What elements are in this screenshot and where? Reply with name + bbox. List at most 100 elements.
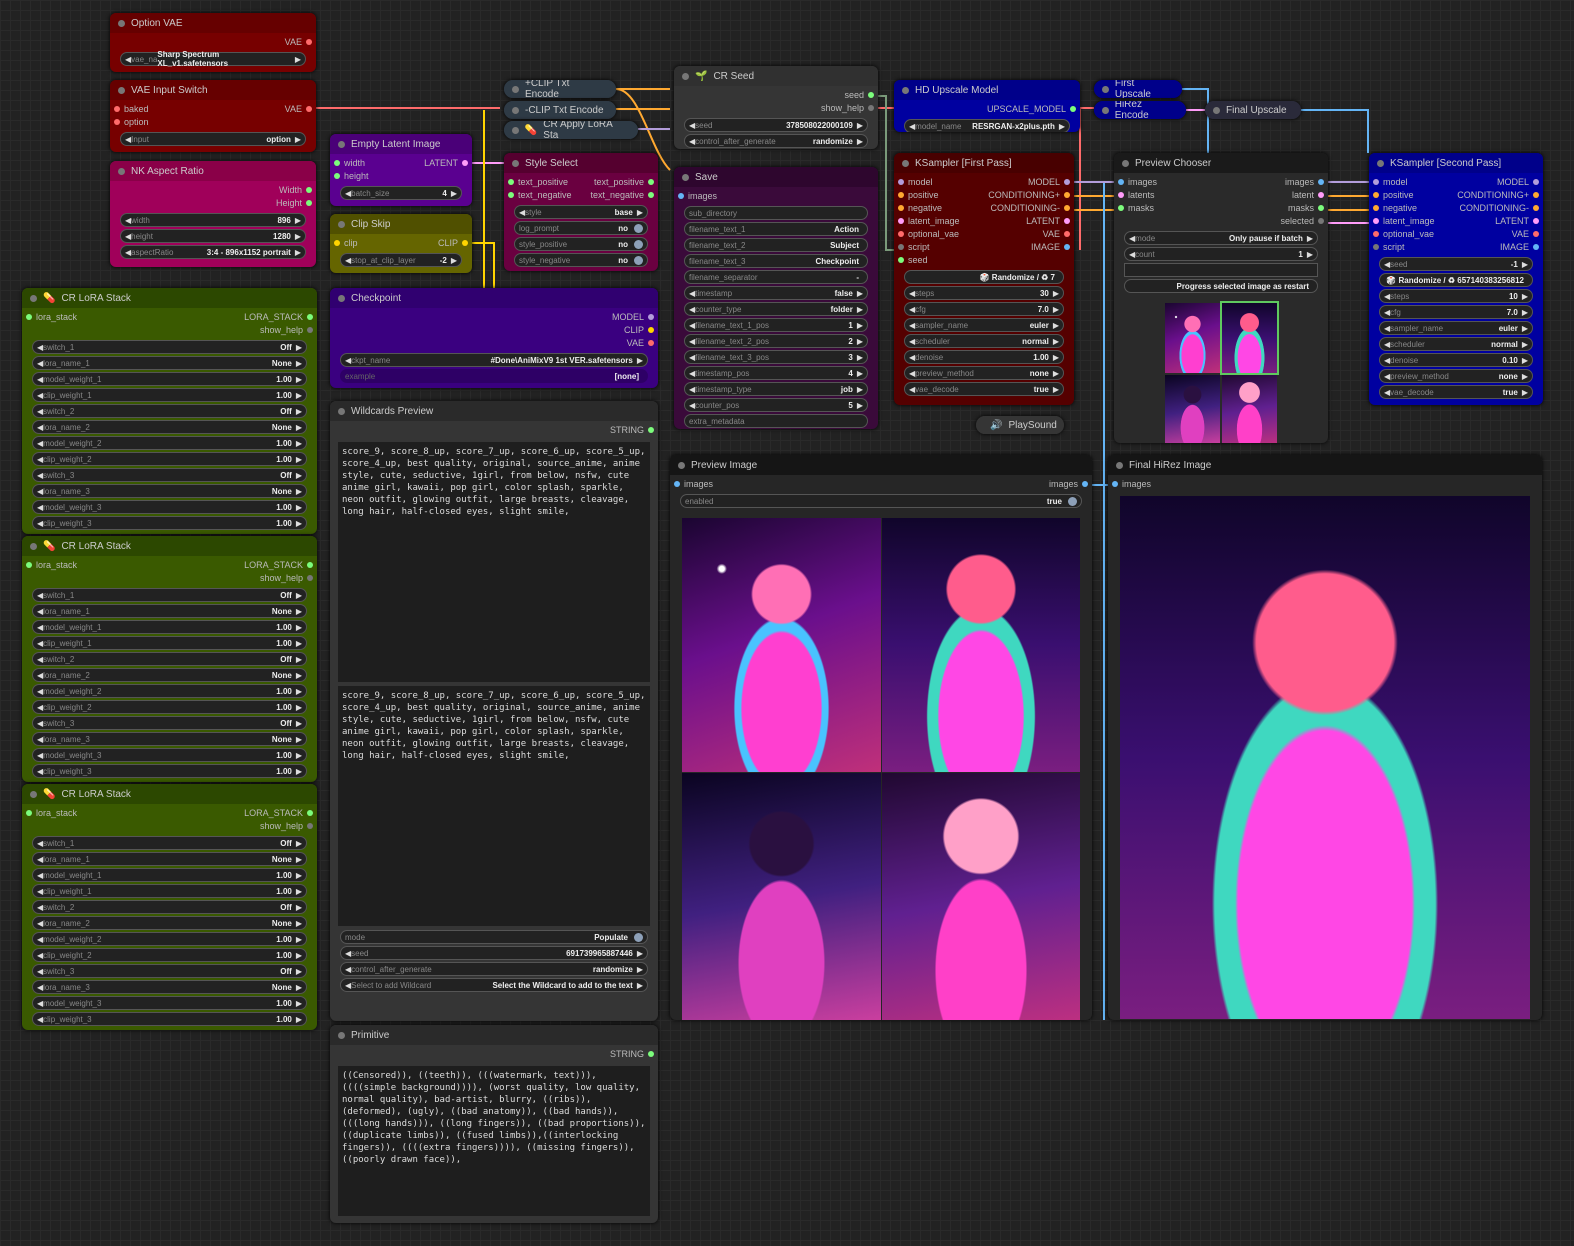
increment-arrow-icon[interactable]: ▶ bbox=[296, 751, 302, 760]
cfg-widget[interactable]: ◀ cfg 7.0 ▶ bbox=[904, 302, 1064, 316]
increment-arrow-icon[interactable]: ▶ bbox=[857, 353, 863, 362]
node-header[interactable]: Final HiRez Image bbox=[1108, 455, 1542, 475]
output-socket-icon[interactable] bbox=[307, 809, 313, 816]
node-header[interactable]: Preview Chooser bbox=[1114, 153, 1328, 173]
scheduler-widget[interactable]: ◀ scheduler normal ▶ bbox=[1379, 337, 1533, 351]
node-header[interactable]: Style Select bbox=[504, 153, 658, 173]
node-option-vae[interactable]: Option VAE VAE ◀ vae_na Sharp Spectrum XL_v… bbox=[110, 13, 316, 72]
increment-arrow-icon[interactable]: ▶ bbox=[296, 503, 302, 512]
lora-name-1-widget[interactable]: ◀ lora_name_1 None ▶ bbox=[32, 604, 307, 618]
collapse-dot-icon[interactable] bbox=[338, 407, 345, 415]
increment-arrow-icon[interactable]: ▶ bbox=[1053, 353, 1059, 362]
node-ksampler1[interactable]: KSampler [First Pass] model MODEL positive C… bbox=[894, 153, 1074, 405]
output-socket-icon[interactable] bbox=[1070, 105, 1076, 112]
preview-method-widget[interactable]: ◀ preview_method none ▶ bbox=[1379, 369, 1533, 383]
collapse-dot-icon[interactable] bbox=[902, 86, 909, 94]
input-slot[interactable]: masks bbox=[1118, 203, 1154, 213]
input-socket-icon[interactable] bbox=[678, 192, 684, 199]
node-header[interactable]: Save bbox=[674, 167, 878, 187]
scheduler-widget[interactable]: ◀ scheduler normal ▶ bbox=[904, 334, 1064, 348]
node-header[interactable]: Final Upscale bbox=[1205, 101, 1301, 119]
input-slot[interactable]: negative bbox=[898, 203, 942, 213]
increment-arrow-icon[interactable]: ▶ bbox=[296, 951, 302, 960]
collapse-dot-icon[interactable] bbox=[512, 126, 519, 134]
action-widget[interactable]: Progress selected image as restart bbox=[1124, 279, 1318, 293]
output-socket-icon[interactable] bbox=[1064, 217, 1070, 224]
input-slot[interactable]: height bbox=[334, 171, 369, 181]
filename-separator-widget[interactable]: filename_separator - bbox=[684, 270, 868, 284]
extra-metadata-widget[interactable]: extra_metadata bbox=[684, 414, 868, 428]
output-socket-icon[interactable] bbox=[307, 326, 313, 333]
input-socket-icon[interactable] bbox=[898, 230, 904, 237]
increment-arrow-icon[interactable]: ▶ bbox=[296, 487, 302, 496]
text-area[interactable]: ((Censored)), ((teeth)), (((watermark, t… bbox=[338, 1066, 650, 1216]
increment-arrow-icon[interactable]: ▶ bbox=[1307, 234, 1313, 243]
output-slot[interactable]: CLIP bbox=[624, 325, 654, 335]
increment-arrow-icon[interactable]: ▶ bbox=[451, 256, 457, 265]
node-header[interactable]: 🔊 PlaySound bbox=[976, 416, 1064, 434]
input-socket-icon[interactable] bbox=[1118, 178, 1124, 185]
increment-arrow-icon[interactable]: ▶ bbox=[637, 965, 643, 974]
output-image[interactable] bbox=[682, 518, 881, 772]
style-negative-widget[interactable]: style_negative no bbox=[514, 253, 648, 267]
input-socket-icon[interactable] bbox=[1118, 204, 1124, 211]
output-socket-icon[interactable] bbox=[1318, 191, 1324, 198]
lora-name-3-widget[interactable]: ◀ lora_name_3 None ▶ bbox=[32, 484, 307, 498]
lora-name-2-widget[interactable]: ◀ lora_name_2 None ▶ bbox=[32, 668, 307, 682]
output-slot[interactable]: STRING bbox=[610, 1049, 654, 1059]
increment-arrow-icon[interactable]: ▶ bbox=[637, 208, 643, 217]
output-slot[interactable]: LORA_STACK bbox=[244, 560, 313, 570]
filename-text-2-pos-widget[interactable]: ◀ filename_text_2_pos 2 ▶ bbox=[684, 334, 868, 348]
increment-arrow-icon[interactable]: ▶ bbox=[296, 967, 302, 976]
output-socket-icon[interactable] bbox=[1533, 217, 1539, 224]
output-slot[interactable]: text_negative bbox=[590, 190, 654, 200]
switch-3-widget[interactable]: ◀ switch_3 Off ▶ bbox=[32, 964, 307, 978]
filename-text-2-widget[interactable]: filename_text_2 Subject bbox=[684, 238, 868, 252]
output-slot[interactable]: CONDITIONING- bbox=[991, 203, 1070, 213]
increment-arrow-icon[interactable]: ▶ bbox=[295, 232, 301, 241]
node-header[interactable]: HiRez Encode bbox=[1094, 101, 1186, 119]
output-socket-icon[interactable] bbox=[648, 1050, 654, 1057]
collapse-dot-icon[interactable] bbox=[118, 86, 125, 94]
output-slot[interactable]: LATENT bbox=[1495, 216, 1539, 226]
input-slot[interactable]: latent_image bbox=[898, 216, 960, 226]
collapse-dot-icon[interactable] bbox=[338, 294, 345, 302]
vae-decode-widget[interactable]: ◀ vae_decode true ▶ bbox=[904, 382, 1064, 396]
increment-arrow-icon[interactable]: ▶ bbox=[296, 591, 302, 600]
denoise-widget[interactable]: ◀ denoise 0.10 ▶ bbox=[1379, 353, 1533, 367]
increment-arrow-icon[interactable]: ▶ bbox=[296, 343, 302, 352]
output-socket-icon[interactable] bbox=[1064, 178, 1070, 185]
mode-widget[interactable]: ◀ mode Only pause if batch ▶ bbox=[1124, 231, 1318, 245]
input-slot[interactable]: lora_stack bbox=[26, 808, 77, 818]
denoise-widget[interactable]: ◀ denoise 1.00 ▶ bbox=[904, 350, 1064, 364]
output-slot[interactable]: LATENT bbox=[1026, 216, 1070, 226]
output-image[interactable] bbox=[881, 518, 1080, 772]
model-weight-3-widget[interactable]: ◀ model_weight_3 1.00 ▶ bbox=[32, 500, 307, 514]
collapse-dot-icon[interactable] bbox=[30, 294, 37, 302]
node-header[interactable]: 🌱 CR Seed bbox=[674, 66, 878, 86]
output-slot[interactable]: text_positive bbox=[594, 177, 654, 187]
input-socket-icon[interactable] bbox=[1118, 191, 1124, 198]
output-socket-icon[interactable] bbox=[307, 822, 313, 829]
increment-arrow-icon[interactable]: ▶ bbox=[1053, 321, 1059, 330]
increment-arrow-icon[interactable]: ▶ bbox=[296, 655, 302, 664]
timestamp-widget[interactable]: ◀ timestamp false ▶ bbox=[684, 286, 868, 300]
increment-arrow-icon[interactable]: ▶ bbox=[296, 607, 302, 616]
output-slot[interactable]: show_help bbox=[260, 821, 313, 831]
increment-arrow-icon[interactable]: ▶ bbox=[1522, 260, 1528, 269]
input-socket-icon[interactable] bbox=[334, 239, 340, 246]
collapse-dot-icon[interactable] bbox=[338, 220, 345, 228]
increment-arrow-icon[interactable]: ▶ bbox=[637, 949, 643, 958]
output-slot[interactable]: VAE bbox=[285, 104, 312, 114]
node-vae-input-switch[interactable]: VAE Input Switch baked VAE option ◀ Input opt… bbox=[110, 80, 316, 152]
seed-widget[interactable]: ◀ seed 691739965887446 ▶ bbox=[340, 946, 648, 960]
output-socket-icon[interactable] bbox=[306, 38, 312, 45]
model-weight-3-widget[interactable]: ◀ model_weight_3 1.00 ▶ bbox=[32, 748, 307, 762]
increment-arrow-icon[interactable]: ▶ bbox=[296, 887, 302, 896]
input-slot[interactable]: positive bbox=[1373, 190, 1414, 200]
increment-arrow-icon[interactable]: ▶ bbox=[296, 471, 302, 480]
output-slot[interactable]: seed bbox=[844, 90, 874, 100]
output-socket-icon[interactable] bbox=[648, 191, 654, 198]
collapse-dot-icon[interactable] bbox=[902, 159, 909, 167]
input-slot[interactable]: script bbox=[1373, 242, 1405, 252]
